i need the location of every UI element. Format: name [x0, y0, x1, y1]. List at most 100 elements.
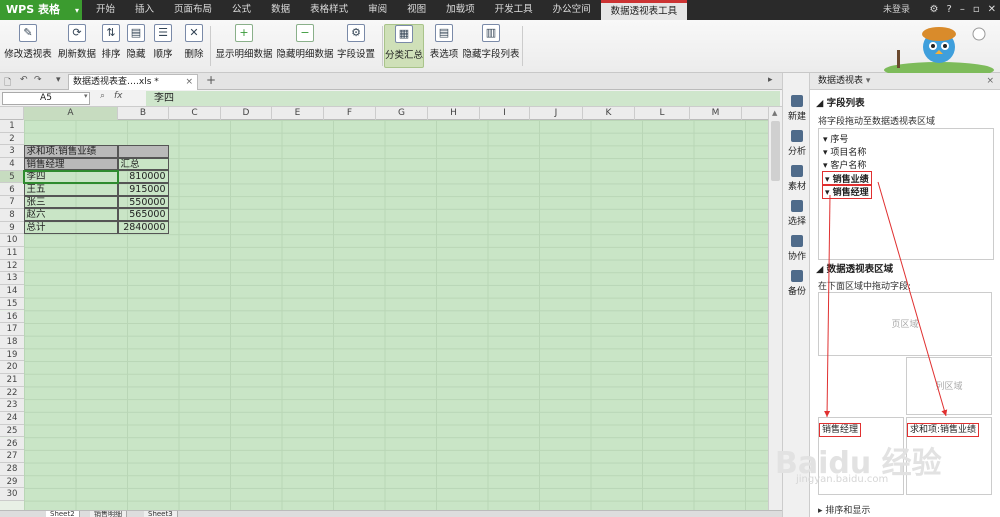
- pane-close-icon[interactable]: ×: [986, 73, 994, 89]
- column-header[interactable]: A: [24, 107, 118, 120]
- row-header[interactable]: 23: [0, 399, 24, 413]
- cell[interactable]: 李四: [23, 170, 118, 183]
- zoom-icon[interactable]: ⌕: [100, 91, 105, 101]
- row-header[interactable]: 1: [0, 120, 24, 133]
- row-header[interactable]: 25: [0, 424, 24, 438]
- cell[interactable]: 550000: [117, 195, 169, 209]
- ribbon-button[interactable]: ▥ 隐藏字段列表: [462, 24, 520, 68]
- menu-tab[interactable]: 数据透视表工具: [600, 0, 688, 20]
- tab-menu-icon[interactable]: ▸: [768, 75, 773, 85]
- row-header[interactable]: 11: [0, 247, 24, 260]
- undo-icon[interactable]: ↶: [20, 75, 28, 85]
- field-list-section[interactable]: ◢ 字段列表: [816, 95, 865, 109]
- menu-tab[interactable]: 表格样式: [300, 0, 358, 20]
- side-tool-button[interactable]: 新建: [783, 95, 811, 122]
- restore-icon[interactable]: ▫: [973, 0, 980, 20]
- row-header[interactable]: 22: [0, 386, 24, 400]
- column-header[interactable]: I: [480, 107, 530, 120]
- new-tab-icon[interactable]: +: [206, 73, 216, 87]
- menu-tab[interactable]: 公式: [222, 0, 261, 20]
- pivot-area-section[interactable]: ◢ 数据透视表区域: [816, 261, 893, 275]
- help-icon[interactable]: ?: [947, 0, 952, 20]
- dropdown-icon[interactable]: ▾: [56, 75, 61, 85]
- app-menu-button[interactable]: WPS 表格 ▾: [0, 0, 82, 20]
- row-header[interactable]: 3: [0, 145, 24, 159]
- menu-tab[interactable]: 插入: [125, 0, 164, 20]
- row-header[interactable]: 4: [0, 158, 24, 171]
- cell[interactable]: 总计: [23, 221, 118, 234]
- menu-tab[interactable]: 审阅: [358, 0, 397, 20]
- cell-area[interactable]: 求和项:销售业绩 销售经理 汇总 李四 810000 王五 915000 张三 550000 赵六…: [23, 120, 768, 510]
- cell[interactable]: 汇总: [117, 157, 169, 171]
- menu-tab[interactable]: 数据: [261, 0, 300, 20]
- column-area[interactable]: 列区域: [906, 357, 992, 415]
- row-header[interactable]: 8: [0, 208, 24, 222]
- sheet-tab[interactable]: Sheet2: [46, 511, 80, 517]
- row-header[interactable]: 18: [0, 335, 24, 349]
- row-header[interactable]: 21: [0, 374, 24, 387]
- row-header[interactable]: 30: [0, 488, 24, 501]
- cell[interactable]: 王五: [23, 183, 118, 196]
- row-header[interactable]: 19: [0, 348, 24, 362]
- login-link[interactable]: 未登录: [883, 0, 910, 20]
- side-tool-button[interactable]: 备份: [783, 270, 811, 297]
- row-header[interactable]: 12: [0, 259, 24, 273]
- column-header[interactable]: K: [583, 107, 635, 120]
- new-doc-icon[interactable]: 🗋: [4, 75, 11, 91]
- side-tool-button[interactable]: 协作: [783, 235, 811, 262]
- column-header[interactable]: M: [690, 107, 742, 120]
- row-header[interactable]: 13: [0, 272, 24, 286]
- cell[interactable]: 求和项:销售业绩: [23, 144, 118, 158]
- close-icon[interactable]: ✕: [988, 0, 996, 20]
- page-area[interactable]: 页区域: [818, 292, 992, 356]
- row-header[interactable]: 24: [0, 412, 24, 425]
- field-item[interactable]: ▾ 销售经理: [822, 184, 872, 199]
- row-header[interactable]: 27: [0, 450, 24, 463]
- menu-tab[interactable]: 办公空间: [543, 0, 601, 20]
- row-header[interactable]: 28: [0, 462, 24, 476]
- row-header[interactable]: 2: [0, 132, 24, 146]
- cell[interactable]: 915000: [117, 183, 169, 196]
- name-box[interactable]: A5: [2, 92, 90, 105]
- row-header[interactable]: 6: [0, 183, 24, 197]
- ribbon-button[interactable]: ▤ 表选项: [428, 24, 460, 68]
- ribbon-button[interactable]: ⟳ 刷新数据: [56, 24, 98, 68]
- ribbon-button[interactable]: + 显示明细数据: [214, 24, 274, 68]
- minimize-icon[interactable]: –: [960, 0, 965, 20]
- menu-tab[interactable]: 页面布局: [164, 0, 222, 20]
- row-header[interactable]: 5: [0, 170, 24, 184]
- menu-tab[interactable]: 开始: [86, 0, 125, 20]
- column-header[interactable]: F: [324, 107, 376, 120]
- field-item[interactable]: ▾ 序号: [823, 132, 848, 145]
- ribbon-button[interactable]: ⚙ 字段设置: [336, 24, 376, 68]
- row-header[interactable]: 7: [0, 196, 24, 209]
- side-tool-button[interactable]: 素材: [783, 165, 811, 192]
- ribbon-button[interactable]: ✎ 修改透视表: [4, 24, 52, 68]
- side-tool-button[interactable]: 分析: [783, 130, 811, 157]
- cell[interactable]: [117, 144, 169, 158]
- fx-icon[interactable]: fx: [114, 91, 123, 101]
- ribbon-button[interactable]: ✕ 删除: [180, 24, 208, 68]
- cell[interactable]: 赵六: [23, 208, 118, 222]
- row-header[interactable]: 17: [0, 323, 24, 336]
- cell[interactable]: 565000: [117, 208, 169, 222]
- select-all-corner[interactable]: [0, 107, 24, 120]
- redo-icon[interactable]: ↷: [34, 75, 42, 85]
- field-item[interactable]: ▾ 项目名称: [823, 145, 866, 158]
- row-header[interactable]: 9: [0, 221, 24, 235]
- ribbon-button[interactable]: ⇅ 排序: [100, 24, 122, 68]
- cell[interactable]: 张三: [23, 195, 118, 209]
- sheet-tab[interactable]: 销售明细: [90, 511, 127, 517]
- field-item[interactable]: ▾ 客户名称: [823, 158, 866, 171]
- close-tab-icon[interactable]: ×: [185, 75, 193, 89]
- sort-display-section[interactable]: ▸ 排序和显示: [818, 503, 870, 516]
- row-header[interactable]: 15: [0, 297, 24, 311]
- column-header[interactable]: H: [428, 107, 480, 120]
- scroll-thumb[interactable]: [771, 121, 780, 181]
- menu-tab[interactable]: 视图: [397, 0, 436, 20]
- menu-tab[interactable]: 加载项: [436, 0, 485, 20]
- menu-tab[interactable]: 开发工具: [485, 0, 543, 20]
- column-header[interactable]: J: [530, 107, 583, 120]
- column-header[interactable]: L: [635, 107, 690, 120]
- settings-icon[interactable]: ⚙: [930, 0, 939, 20]
